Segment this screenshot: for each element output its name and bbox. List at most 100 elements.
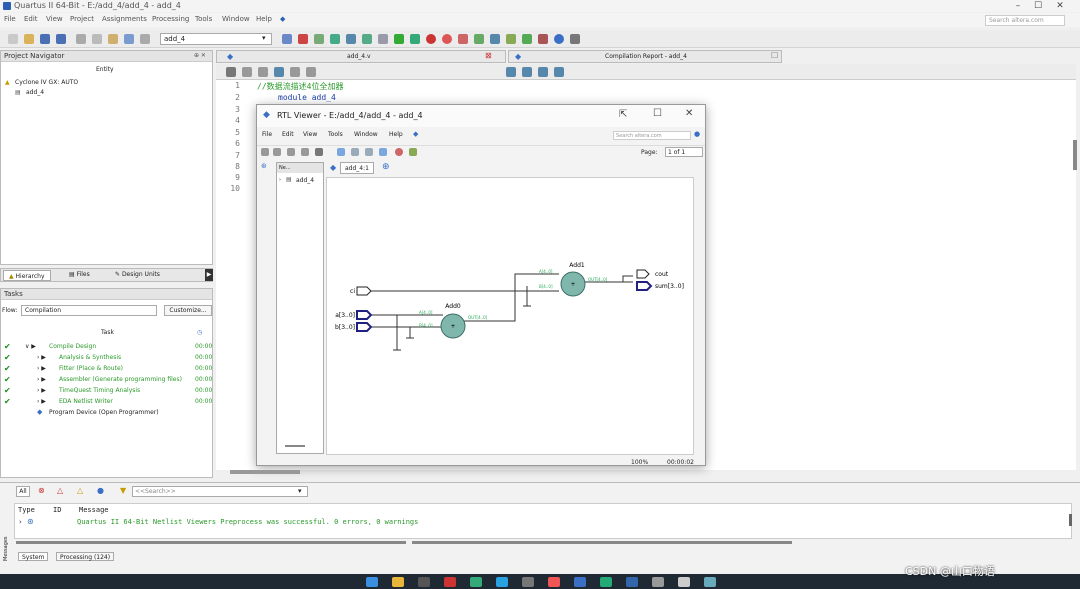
tab-compilation-report[interactable]: Compilation Report - add_4 bbox=[605, 53, 687, 60]
open-icon[interactable] bbox=[24, 34, 34, 44]
chip-planner-icon[interactable] bbox=[314, 34, 324, 44]
menu-view[interactable]: View bbox=[46, 15, 63, 23]
menu-assignments[interactable]: Assignments bbox=[102, 15, 147, 23]
tab-system[interactable]: System bbox=[18, 552, 49, 561]
rtl-menu-tools[interactable]: Tools bbox=[328, 131, 343, 138]
error-filter-icon[interactable]: ⊗ bbox=[38, 486, 45, 495]
rtl-tool-icon[interactable] bbox=[273, 148, 281, 156]
assignment-editor-icon[interactable] bbox=[346, 34, 356, 44]
tab-files[interactable]: ▤ Files bbox=[69, 271, 90, 278]
technology-map-icon[interactable] bbox=[490, 34, 500, 44]
design-partition-icon[interactable] bbox=[330, 34, 340, 44]
taskbar-app-icon[interactable] bbox=[418, 577, 430, 587]
tree-scrollbar[interactable] bbox=[285, 445, 305, 447]
tree-item-add4[interactable]: add_4 bbox=[296, 177, 314, 184]
taskbar-app-icon[interactable] bbox=[444, 577, 456, 587]
taskbar-app-icon[interactable] bbox=[548, 577, 560, 587]
message-search-input[interactable]: <<Search>> bbox=[132, 486, 308, 497]
info-filter-icon[interactable]: ● bbox=[97, 486, 104, 495]
rtl-close-button[interactable]: ✕ bbox=[685, 108, 693, 119]
rtl-menu-help[interactable]: Help bbox=[389, 131, 403, 138]
quartus-taskbar-icon[interactable] bbox=[678, 577, 690, 587]
editor-tool-icon[interactable] bbox=[274, 67, 284, 77]
maximize-button[interactable]: ☐ bbox=[1030, 0, 1046, 12]
pin-planner-icon[interactable] bbox=[298, 34, 308, 44]
menu-tools[interactable]: Tools bbox=[195, 15, 212, 23]
editor-tool-icon[interactable] bbox=[522, 67, 532, 77]
pin-icon[interactable]: ⊕ ✕ bbox=[194, 52, 206, 59]
task-row[interactable]: ✔ › ▶ TimeQuest Timing Analysis 00:00 bbox=[1, 385, 214, 396]
menu-window[interactable]: Window bbox=[222, 15, 250, 23]
message-h-scrollbar[interactable] bbox=[16, 541, 406, 544]
rtl-tool-icon[interactable] bbox=[261, 148, 269, 156]
tree-expand-icon[interactable]: › bbox=[279, 177, 281, 183]
close-report-icon[interactable]: ☐ bbox=[771, 51, 778, 60]
tab-design-units[interactable]: ✎ Design Units bbox=[115, 271, 160, 278]
rtl-viewer-icon[interactable] bbox=[474, 34, 484, 44]
taskbar-app-icon[interactable] bbox=[470, 577, 482, 587]
save-icon[interactable] bbox=[40, 34, 50, 44]
editor-tool-icon[interactable] bbox=[554, 67, 564, 77]
rtl-search-input[interactable]: Search altera.com bbox=[613, 131, 691, 140]
stop-icon[interactable] bbox=[426, 34, 436, 44]
undo-icon[interactable] bbox=[124, 34, 134, 44]
close-button[interactable]: ✕ bbox=[1052, 0, 1068, 12]
rtl-menu-file[interactable]: File bbox=[262, 131, 272, 138]
rtl-tool-icon[interactable] bbox=[315, 148, 323, 156]
task-row[interactable]: ✔ ∨ ▶ Compile Design 00:00 bbox=[1, 341, 214, 352]
editor-tool-icon[interactable] bbox=[538, 67, 548, 77]
new-icon[interactable] bbox=[8, 34, 18, 44]
ip-catalog-icon[interactable] bbox=[538, 34, 548, 44]
file-explorer-icon[interactable] bbox=[392, 577, 404, 587]
timequest-icon[interactable] bbox=[442, 34, 452, 44]
menu-processing[interactable]: Processing bbox=[152, 15, 189, 23]
redo-icon[interactable] bbox=[140, 34, 150, 44]
help-icon[interactable]: ◆ bbox=[280, 15, 285, 23]
task-row[interactable]: ✔ › ▶ Analysis & Synthesis 00:00 bbox=[1, 352, 214, 363]
tab-add4-schematic[interactable]: add_4:1 bbox=[340, 162, 374, 174]
expand-icon[interactable]: › ▶ bbox=[37, 385, 46, 396]
editor-tool-icon[interactable] bbox=[306, 67, 316, 77]
rtl-maximize-button[interactable]: ☐ bbox=[653, 108, 662, 119]
editor-tool-icon[interactable] bbox=[290, 67, 300, 77]
editor-scrollbar[interactable] bbox=[1073, 140, 1077, 170]
chevron-down-icon[interactable]: ▾ bbox=[262, 34, 266, 42]
select-tool-icon[interactable] bbox=[337, 148, 345, 156]
rtl-menu-view[interactable]: View bbox=[303, 131, 317, 138]
settings-icon[interactable] bbox=[282, 34, 292, 44]
customize-button[interactable]: Customize... bbox=[164, 305, 212, 316]
critical-warning-icon[interactable]: △ bbox=[57, 486, 63, 495]
chip-icon[interactable] bbox=[458, 34, 468, 44]
start-compilation-icon[interactable] bbox=[394, 34, 404, 44]
expand-icon[interactable]: › ▶ bbox=[37, 352, 46, 363]
rtl-sidebar-icon[interactable]: ⊛ bbox=[261, 162, 273, 182]
tab-processing[interactable]: Processing (124) bbox=[56, 552, 115, 561]
globe-icon[interactable] bbox=[554, 34, 564, 44]
fit-tool-icon[interactable] bbox=[365, 148, 373, 156]
rtl-help-icon[interactable]: ◆ bbox=[413, 130, 418, 138]
menu-edit[interactable]: Edit bbox=[24, 15, 38, 23]
device-item[interactable]: Cyclone IV GX: AUTO bbox=[15, 79, 78, 86]
power-icon[interactable] bbox=[506, 34, 516, 44]
hand-tool-icon[interactable] bbox=[379, 148, 387, 156]
start-analysis-icon[interactable] bbox=[410, 34, 420, 44]
editor-h-scrollbar[interactable] bbox=[230, 470, 300, 474]
tab-hierarchy[interactable]: ▲ Hierarchy bbox=[3, 270, 51, 281]
close-tab-icon[interactable]: ⊠ bbox=[485, 51, 492, 60]
add-tab-icon[interactable]: ⊕ bbox=[382, 162, 390, 172]
editor-tool-icon[interactable] bbox=[258, 67, 268, 77]
export-tool-icon[interactable] bbox=[409, 148, 417, 156]
expand-icon[interactable]: › ▶ bbox=[37, 363, 46, 374]
flag-icon[interactable]: ▼ bbox=[120, 486, 126, 495]
schematic-canvas[interactable]: Add0 Add1 ci a[3..0] b[3..0] cout sum[3.… bbox=[326, 177, 694, 455]
taskbar-app-icon[interactable] bbox=[522, 577, 534, 587]
task-row[interactable]: ✔ › ▶ EDA Netlist Writer 00:00 bbox=[1, 396, 214, 407]
rtl-globe-icon[interactable]: ● bbox=[694, 130, 700, 138]
task-row[interactable]: ◆ Program Device (Open Programmer) bbox=[1, 407, 214, 418]
entity-select[interactable]: add_4 bbox=[160, 33, 272, 45]
menu-help[interactable]: Help bbox=[256, 15, 272, 23]
tab-add4-v[interactable]: add_4.v bbox=[347, 53, 371, 60]
expand-icon[interactable]: › ▶ bbox=[37, 396, 46, 407]
programmer-icon[interactable] bbox=[522, 34, 532, 44]
flow-select[interactable]: Compilation bbox=[21, 305, 157, 316]
